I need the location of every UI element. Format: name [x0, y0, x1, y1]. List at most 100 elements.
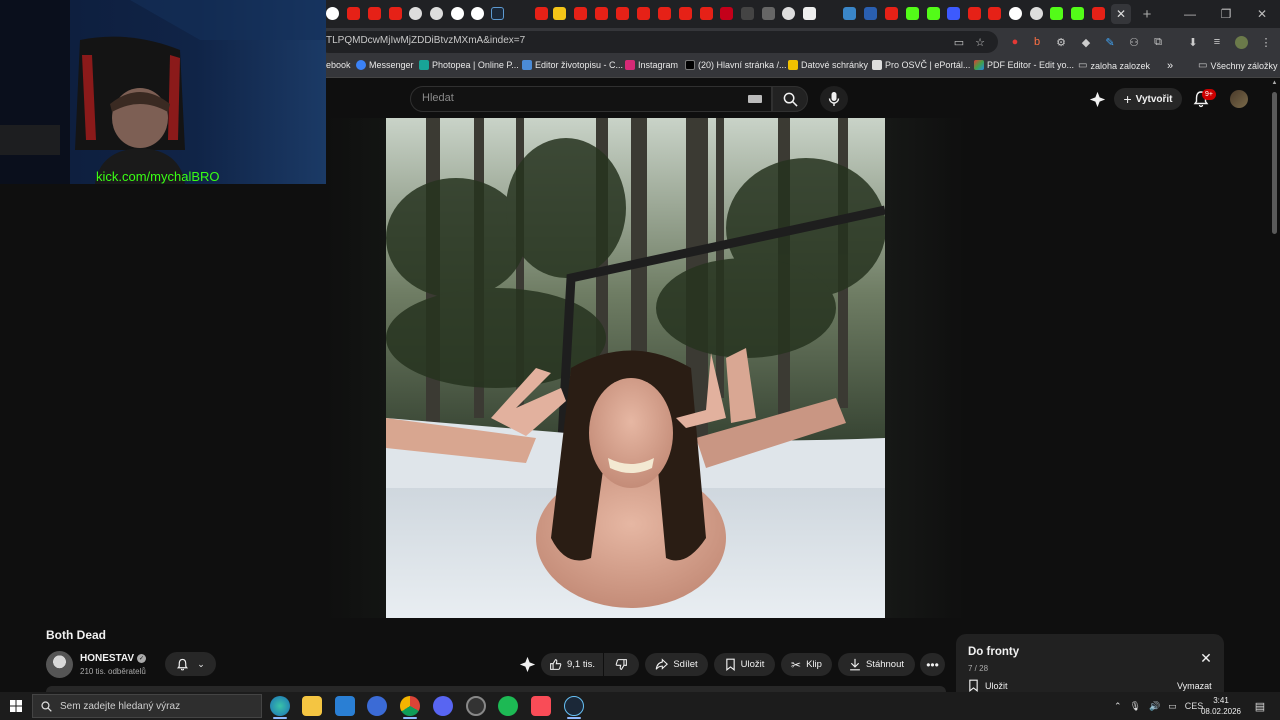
- bookmark-item[interactable]: Pro OSVČ | ePortál...: [872, 60, 970, 70]
- file-explorer-app-icon[interactable]: [302, 696, 322, 716]
- tab-favicon-youtube[interactable]: [968, 7, 981, 20]
- bookmarks-overflow-button[interactable]: »: [1167, 60, 1173, 72]
- download-icon[interactable]: ⬇: [1185, 34, 1201, 50]
- tab-favicon-youtube[interactable]: [700, 7, 713, 20]
- reading-list-icon[interactable]: ≡: [1209, 34, 1225, 50]
- bookmark-item[interactable]: Editor životopisu - C...: [522, 60, 623, 70]
- tab-favicon-openai[interactable]: [782, 7, 795, 20]
- tab-favicon-kick[interactable]: [927, 7, 940, 20]
- subscribe-notifications-button[interactable]: ⌄: [165, 652, 216, 676]
- dislike-button[interactable]: [604, 653, 639, 676]
- taskbar-clock[interactable]: 3:41 08.02.2026: [1198, 695, 1244, 717]
- tab-favicon-openai[interactable]: [430, 7, 443, 20]
- account-avatar[interactable]: [1230, 90, 1248, 108]
- bookmark-item[interactable]: Messenger: [356, 60, 414, 70]
- spotify-app-icon[interactable]: [498, 696, 518, 716]
- tab-favicon-red[interactable]: [720, 7, 733, 20]
- video-player[interactable]: [386, 118, 885, 618]
- close-icon[interactable]: ✕: [1198, 650, 1214, 666]
- browser-menu-icon[interactable]: ⋮: [1258, 34, 1274, 50]
- keyboard-icon[interactable]: [748, 95, 762, 103]
- scroll-up-arrow-icon[interactable]: ▲: [1271, 80, 1278, 88]
- tab-favicon-openai[interactable]: [409, 7, 422, 20]
- obs-app-icon[interactable]: [466, 696, 486, 716]
- extension-icon[interactable]: ●: [1007, 34, 1023, 50]
- window-close-icon[interactable]: ✕: [1244, 0, 1280, 28]
- steam-app-icon[interactable]: [564, 696, 584, 716]
- url-text[interactable]: TLPQMDcwMjIwMjZDDiBtvzMXmA&index=7: [326, 35, 525, 46]
- notification-center-icon[interactable]: ▤: [1252, 698, 1268, 714]
- voice-search-button[interactable]: [820, 86, 848, 112]
- bookmark-item[interactable]: (20) Hlavní stránka /...: [685, 60, 787, 70]
- close-tab-icon[interactable]: ✕: [1111, 4, 1131, 24]
- volume-icon[interactable]: 🔊: [1149, 701, 1160, 712]
- extension-icon[interactable]: ⚙: [1053, 34, 1069, 50]
- tab-favicon-youtube[interactable]: [389, 7, 402, 20]
- save-button[interactable]: Uložit: [714, 653, 775, 676]
- tab-favicon-google[interactable]: [1009, 7, 1022, 20]
- music-app-icon[interactable]: [531, 696, 551, 716]
- tab-favicon-youtube[interactable]: [595, 7, 608, 20]
- tab-favicon-youtube[interactable]: [616, 7, 629, 20]
- extensions-puzzle-icon[interactable]: ⧉: [1150, 34, 1166, 50]
- tab-favicon-youtube[interactable]: [679, 7, 692, 20]
- install-app-icon[interactable]: ▭: [951, 34, 967, 50]
- tab-favicon-play[interactable]: [947, 7, 960, 20]
- start-button[interactable]: [0, 692, 32, 720]
- maximize-icon[interactable]: ❐: [1208, 0, 1244, 28]
- tab-favicon-youtube[interactable]: [535, 7, 548, 20]
- queue-clear-button[interactable]: Vymazat: [1177, 681, 1212, 691]
- tab-favicon-google[interactable]: [471, 7, 484, 20]
- tab-favicon-dark[interactable]: [741, 7, 754, 20]
- tab-favicon-kick[interactable]: [1071, 7, 1084, 20]
- tab-favicon-steam[interactable]: [491, 7, 504, 20]
- tab-favicon-notes[interactable]: [553, 7, 566, 20]
- extension-icon[interactable]: ◆: [1078, 34, 1094, 50]
- channel-avatar[interactable]: [46, 651, 73, 678]
- channel-name[interactable]: HONESTAV: [80, 653, 134, 664]
- bookmark-item[interactable]: Instagram: [625, 60, 678, 70]
- more-actions-button[interactable]: •••: [920, 653, 945, 676]
- bookmark-folder[interactable]: ▭ zaloha zalozek: [1078, 60, 1150, 71]
- clip-button[interactable]: ✂ Klip: [781, 653, 832, 676]
- tab-favicon-youtube[interactable]: [885, 7, 898, 20]
- edge-app-icon[interactable]: [270, 696, 290, 716]
- profile-avatar-icon[interactable]: [1233, 34, 1249, 50]
- like-button[interactable]: 9,1 tis.: [541, 653, 603, 676]
- app-icon[interactable]: [367, 696, 387, 716]
- extension-icon[interactable]: b: [1029, 34, 1045, 50]
- tab-favicon-kick[interactable]: [906, 7, 919, 20]
- tab-favicon-youtube[interactable]: [988, 7, 1001, 20]
- tab-favicon-google[interactable]: [326, 7, 339, 20]
- tab-favicon-youtube[interactable]: [368, 7, 381, 20]
- scrollbar-thumb[interactable]: [1272, 92, 1277, 234]
- extension-icon[interactable]: ⚇: [1126, 34, 1142, 50]
- tab-favicon-layers[interactable]: [803, 7, 816, 20]
- tab-favicon-youtube[interactable]: [1092, 7, 1105, 20]
- tab-favicon-kick[interactable]: [1050, 7, 1063, 20]
- extension-icon[interactable]: ✎: [1102, 34, 1118, 50]
- share-button[interactable]: Sdílet: [645, 653, 708, 676]
- bookmark-item[interactable]: Datové schránky: [788, 60, 868, 70]
- queue-save-button[interactable]: Uložit: [968, 679, 1008, 692]
- create-button[interactable]: + Vytvořit: [1114, 88, 1182, 110]
- tab-favicon-youtube[interactable]: [637, 7, 650, 20]
- minimize-icon[interactable]: —: [1172, 0, 1208, 28]
- microphone-icon[interactable]: 🎙: [1130, 701, 1141, 712]
- new-tab-button[interactable]: +: [1137, 4, 1157, 24]
- tab-favicon-youtube[interactable]: [658, 7, 671, 20]
- tab-favicon-info[interactable]: [451, 7, 464, 20]
- discord-app-icon[interactable]: [433, 696, 453, 716]
- bookmark-star-icon[interactable]: ☆: [972, 34, 988, 50]
- search-button[interactable]: [772, 86, 808, 112]
- chrome-app-icon[interactable]: [400, 696, 420, 716]
- tab-favicon-openai[interactable]: [1030, 7, 1043, 20]
- bookmark-item[interactable]: ebook: [326, 60, 351, 70]
- bookmark-item[interactable]: PDF Editor - Edit yo...: [974, 60, 1074, 70]
- tab-favicon-blue[interactable]: [864, 7, 877, 20]
- network-icon[interactable]: ▭: [1168, 701, 1177, 712]
- chevron-up-icon[interactable]: ⌃: [1114, 701, 1122, 712]
- ask-gemini-sparkle-icon[interactable]: [519, 656, 536, 673]
- tab-favicon-blue[interactable]: [843, 7, 856, 20]
- gemini-sparkle-icon[interactable]: [1089, 91, 1106, 108]
